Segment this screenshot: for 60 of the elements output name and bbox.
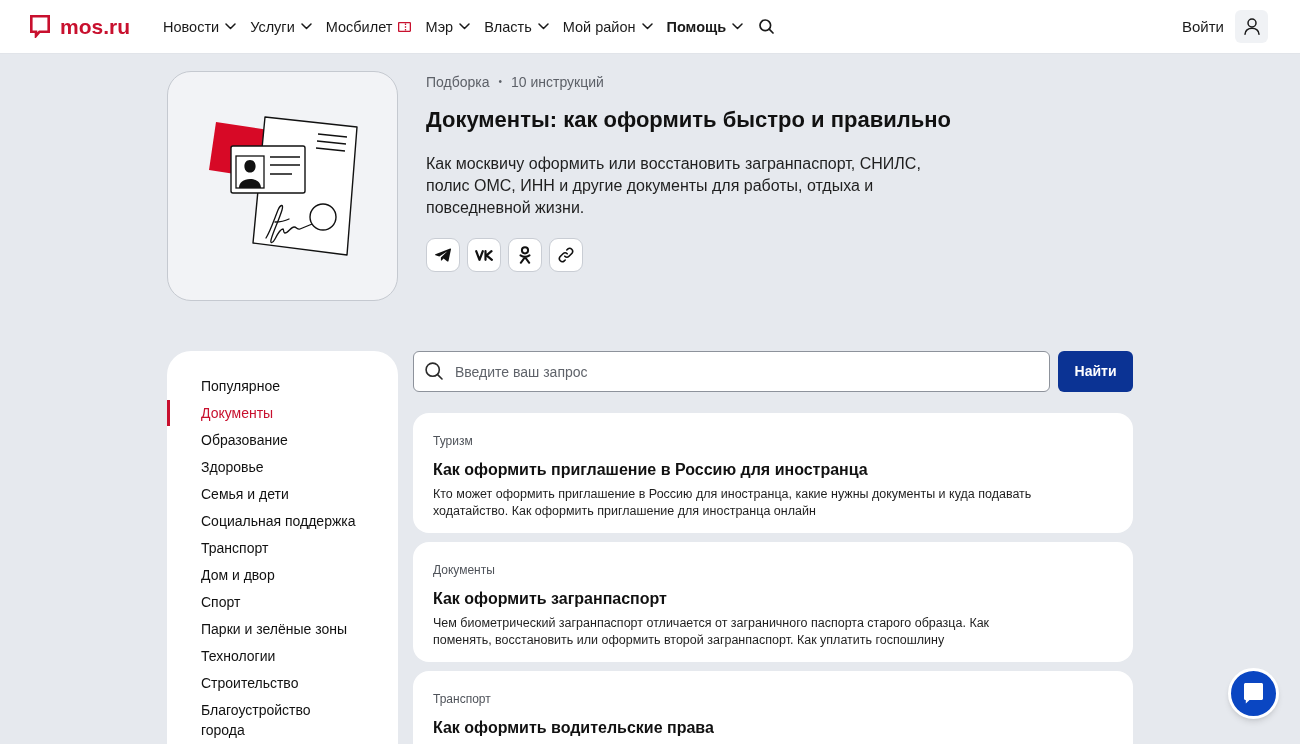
collection-label: Подборка [426, 73, 490, 92]
search-submit-button[interactable]: Найти [1058, 351, 1133, 392]
chevron-down-icon [225, 23, 237, 30]
article-category: Документы [433, 562, 496, 578]
chevron-down-icon [732, 23, 744, 30]
search-button[interactable] [757, 17, 776, 36]
nav-menu-item[interactable]: Мосбилет [325, 16, 412, 37]
article-title-link[interactable]: Как оформить приглашение в Россию для иностранца [433, 459, 1113, 481]
profile-button[interactable] [1235, 10, 1268, 43]
nav-menu-item[interactable]: Новости [163, 16, 237, 37]
sidebar-item[interactable]: Дом и двор [167, 562, 398, 588]
search-icon [758, 19, 774, 34]
sidebar-item[interactable]: Парки и зелёные зоны [167, 616, 398, 642]
article-title-link[interactable]: Как оформить водительские права [433, 717, 1113, 739]
link-icon [558, 247, 574, 263]
share-button[interactable] [508, 238, 542, 272]
article-description: Чем биометрический загранпаспорт отличается от заграничного паспорта старого образца. Как поменять, восстановить или оформить второй загранпаспорт. Как уплатить госпошлину [433, 615, 991, 649]
sidebar-item[interactable]: Здоровье [167, 454, 398, 480]
sidebar-item[interactable]: Транспорт [167, 535, 398, 561]
sidebar-item[interactable]: Социальная поддержка [167, 508, 398, 534]
sidebar-item[interactable]: Образование [167, 427, 398, 453]
sidebar-item[interactable]: Благоустройство города [167, 697, 398, 743]
sidebar-item[interactable]: Семья и дети [167, 481, 398, 507]
sidebar-item[interactable]: Технологии [167, 643, 398, 669]
speech-bubble-logo-icon [30, 15, 50, 38]
article-category: Транспорт [433, 691, 492, 707]
instruction-count: 10 инструкций [511, 73, 604, 92]
sidebar-item[interactable]: Спорт [167, 589, 398, 615]
logo-link[interactable]: mos.ru [30, 15, 130, 38]
sidebar-item[interactable]: Строительство [167, 670, 398, 696]
nav-menu-item[interactable]: Власть [484, 16, 549, 37]
vk-logo-icon [475, 249, 493, 261]
nav-menu-item[interactable]: Услуги [250, 16, 312, 37]
user-icon [1243, 18, 1260, 35]
collection-description: Как москвичу оформить или восстановить загранпаспорт, СНИЛС, полис ОМС, ИНН и другие документы для работы, отдыха и повседневной жизни. [426, 154, 922, 218]
article-title-link[interactable]: Как оформить загранпаспорт [433, 588, 1113, 610]
chevron-down-icon [537, 23, 549, 30]
share-button[interactable] [467, 238, 501, 272]
chevron-down-icon [300, 23, 312, 30]
ok-logo-icon [519, 246, 531, 264]
chat-button[interactable] [1228, 668, 1279, 719]
article-description: Кто может оформить приглашение в Россию для иностранца, какие нужны документы и куда подавать ходатайство. Как оформить приглашение для иностранца онлайн [433, 486, 1033, 520]
paper-plane-icon [435, 248, 451, 262]
chat-icon [1244, 683, 1263, 704]
collection-title: Документы: как оформить быстро и правильно [426, 106, 951, 134]
nav-menu-item[interactable]: Помощь [666, 16, 744, 37]
search-field[interactable]: Введите ваш запрос [413, 351, 1050, 392]
ticket-icon [398, 21, 412, 32]
nav-menu-item[interactable]: Мэр [425, 16, 471, 37]
sidebar-item[interactable]: Документы [167, 400, 398, 426]
sidebar-item[interactable]: Популярное [167, 373, 398, 399]
bullet-separator: • [498, 75, 503, 89]
share-button[interactable] [549, 238, 583, 272]
share-button[interactable] [426, 238, 460, 272]
chevron-down-icon [641, 23, 653, 30]
chevron-down-icon [459, 23, 471, 30]
login-link[interactable]: Войти [1182, 16, 1224, 37]
nav-menu-item[interactable]: Мой район [562, 16, 653, 37]
search-icon [425, 362, 443, 380]
article-category: Туризм [433, 433, 474, 449]
